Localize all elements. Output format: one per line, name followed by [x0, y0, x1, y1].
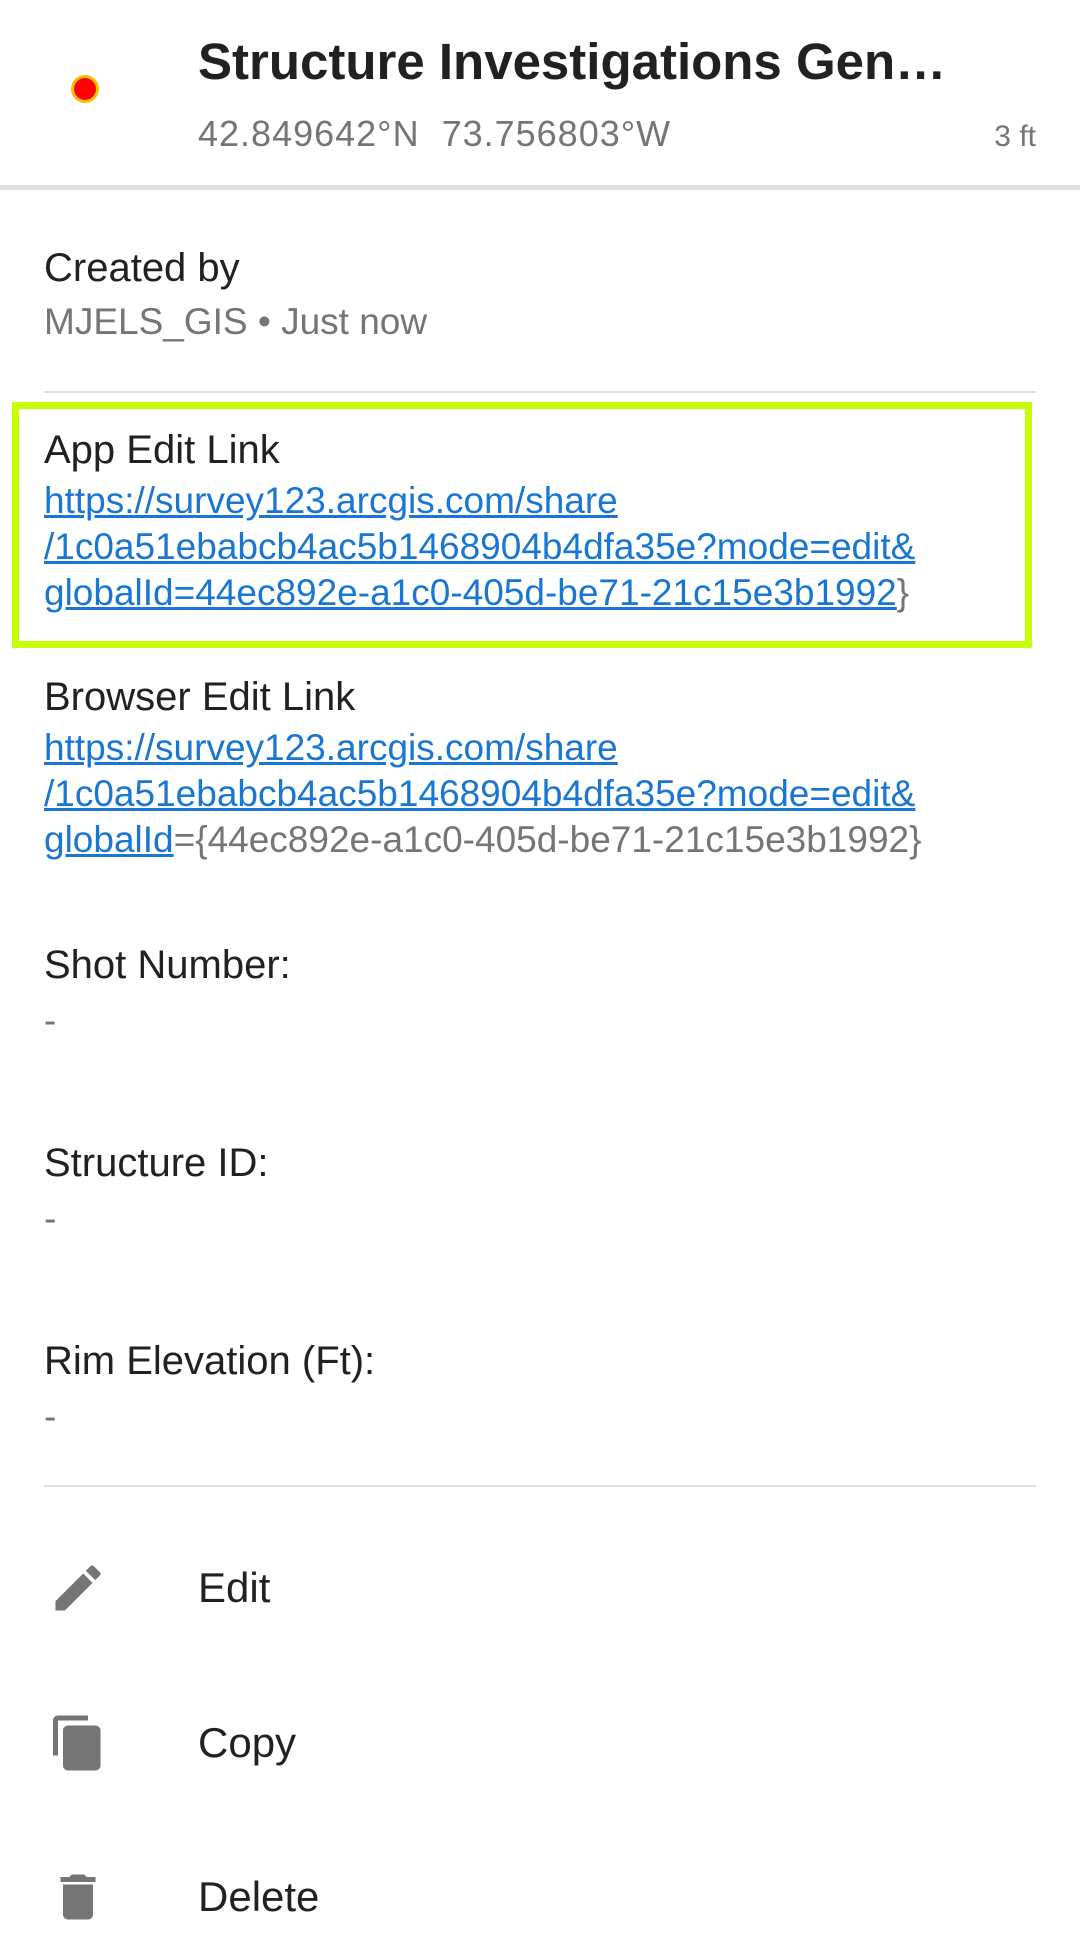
app-edit-link-section: App Edit Link https://survey123.arcgis.c… [44, 424, 915, 616]
field-label: Rim Elevation (Ft): [44, 1339, 376, 1383]
copy-label: Copy [198, 1719, 297, 1766]
created-by-value: MJELS_GIS • Just now [44, 301, 428, 342]
field-label: Structure ID: [44, 1141, 269, 1185]
browser-edit-link-label: Browser Edit Link [44, 675, 356, 719]
elevation: 3 ft [994, 120, 1036, 153]
created-by-section: Created by MJELS_GIS • Just now [44, 242, 427, 346]
browser-edit-link-section: Browser Edit Link https://survey123.arcg… [44, 671, 921, 863]
created-by-label: Created by [44, 246, 240, 290]
app-edit-link-label: App Edit Link [44, 428, 280, 472]
delete-label: Delete [198, 1873, 320, 1920]
edit-button[interactable]: Edit [0, 1533, 1080, 1643]
app-edit-link-trailing: } [896, 572, 910, 613]
app-edit-link-value: https://survey123.arcgis.com/share/1c0a5… [44, 478, 915, 616]
copy-icon [53, 1715, 101, 1771]
coordinates: 42.849642°N 73.756803°W [198, 113, 672, 154]
edit-label: Edit [198, 1564, 271, 1611]
browser-edit-link-trailing: ={44ec892e-a1c0-405d-be71-21c15e3b1992} [173, 819, 922, 860]
field-value: - [44, 1396, 57, 1437]
feature-header: Structure Investigations Gen… 42.849642°… [0, 0, 1080, 190]
point-marker-icon [71, 75, 99, 103]
delete-button[interactable]: Delete [0, 1842, 1080, 1952]
divider [44, 1485, 1036, 1487]
divider [44, 391, 1036, 393]
field-value: - [44, 1000, 57, 1041]
field-value: - [44, 1198, 57, 1239]
field-structure-id: Structure ID: - [44, 1137, 269, 1243]
field-label: Shot Number: [44, 943, 291, 987]
field-rim-elevation: Rim Elevation (Ft): - [44, 1335, 375, 1441]
field-shot-number: Shot Number: - [44, 939, 291, 1045]
app-edit-link-url[interactable]: https://survey123.arcgis.com/share/1c0a5… [44, 480, 915, 613]
trash-icon [60, 1874, 96, 1920]
copy-button[interactable]: Copy [0, 1688, 1080, 1798]
pencil-icon [55, 1565, 101, 1611]
feature-title: Structure Investigations Gen… [198, 33, 947, 90]
browser-edit-link-value: https://survey123.arcgis.com/share/1c0a5… [44, 725, 921, 863]
